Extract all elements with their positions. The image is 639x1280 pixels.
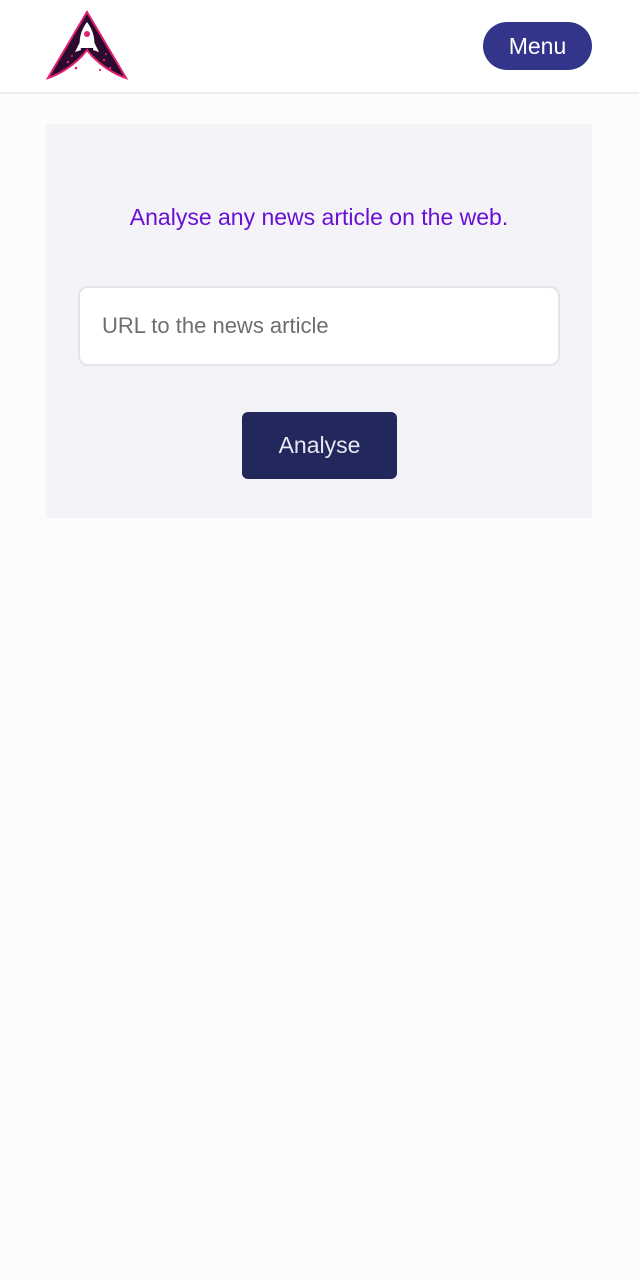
top-header: Menu <box>0 0 639 94</box>
analyse-button[interactable]: Analyse <box>242 412 397 479</box>
analyse-card: Analyse any news article on the web. Ana… <box>46 124 592 518</box>
url-input[interactable] <box>78 286 560 366</box>
rocket-a-logo-icon[interactable] <box>45 10 129 82</box>
menu-button[interactable]: Menu <box>483 22 592 70</box>
tagline: Analyse any news article on the web. <box>129 204 509 230</box>
